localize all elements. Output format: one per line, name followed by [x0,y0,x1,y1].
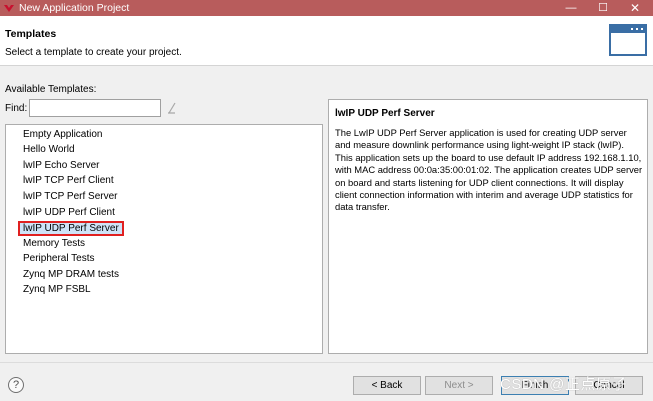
close-button[interactable]: ✕ [620,0,650,16]
find-input[interactable] [29,99,161,117]
template-item-lwip-tcp-perf-server[interactable]: lwIP TCP Perf Server [6,189,322,204]
template-list[interactable]: Empty Application Hello World lwIP Echo … [5,124,323,354]
available-templates-label: Available Templates: [5,84,97,95]
next-button[interactable]: Next > [425,376,493,395]
minimize-button[interactable]: — [556,0,586,16]
footer-divider [0,362,653,363]
template-item-lwip-udp-perf-server[interactable]: lwIP UDP Perf Server [6,221,322,236]
wizard-banner-icon [609,24,647,56]
template-item-lwip-udp-perf-client[interactable]: lwIP UDP Perf Client [6,205,322,220]
page-subtitle: Select a template to create your project… [5,47,182,58]
template-description-pane: lwIP UDP Perf Server The LwIP UDP Perf S… [328,99,648,354]
page-title: Templates [5,28,57,40]
description-title: lwIP UDP Perf Server [335,108,435,119]
title-bar: New Application Project — ☐ ✕ [0,0,653,16]
template-item-zynq-mp-fsbl[interactable]: Zynq MP FSBL [6,282,322,297]
template-item-hello-world[interactable]: Hello World [6,142,322,157]
template-item-lwip-echo-server[interactable]: lwIP Echo Server [6,158,322,173]
app-logo-icon [4,5,14,12]
template-item-peripheral-tests[interactable]: Peripheral Tests [6,251,322,266]
find-label: Find: [5,103,28,114]
maximize-button[interactable]: ☐ [588,0,618,16]
wizard-header: Templates Select a template to create yo… [0,16,653,66]
template-item-zynq-mp-dram-tests[interactable]: Zynq MP DRAM tests [6,267,322,282]
help-icon[interactable]: ? [8,377,24,393]
clear-filter-icon[interactable] [166,101,178,115]
template-item-memory-tests[interactable]: Memory Tests [6,236,322,251]
window-title: New Application Project [19,2,130,14]
back-button[interactable]: < Back [353,376,421,395]
template-item-empty-application[interactable]: Empty Application [6,127,322,142]
watermark: CSDN @正点原子 [500,376,627,393]
description-body: The LwIP UDP Perf Server application is … [335,127,643,213]
template-item-lwip-tcp-perf-client[interactable]: lwIP TCP Perf Client [6,173,322,188]
